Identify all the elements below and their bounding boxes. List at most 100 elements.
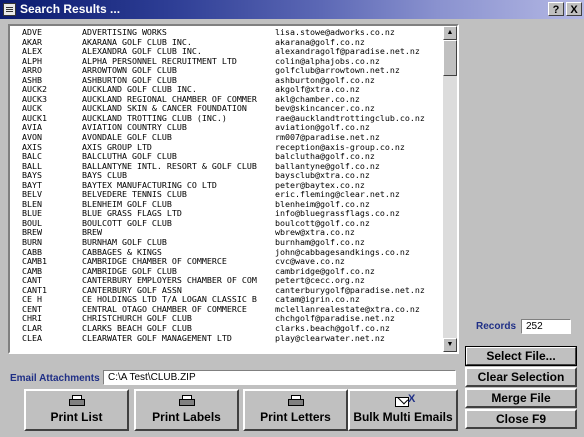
list-item-email: burnham@golf.co.nz <box>275 238 365 248</box>
email-attachments-field[interactable]: C:\A Test\CLUB.ZIP <box>103 370 456 385</box>
list-item[interactable]: BELV BELVEDERE TENNIS CLUB eric.fleming@cl… <box>10 190 442 200</box>
list-item-name: AXIS GROUP LTD <box>82 142 152 152</box>
list-item-email: balclutha@golf.co.nz <box>275 152 375 162</box>
list-item-code: CANT <box>22 276 42 286</box>
list-item-name: AUCKLAND REGIONAL CHAMBER OF COMMER <box>82 94 257 104</box>
list-item-code: BURN <box>22 238 42 248</box>
list-item[interactable]: AVIA AVIATION COUNTRY CLUB aviation@golf.c… <box>10 123 442 133</box>
list-item[interactable]: AUCK3 AUCKLAND REGIONAL CHAMBER OF COMMER… <box>10 95 442 105</box>
records-count-field[interactable]: 252 <box>521 319 571 334</box>
list-item-name: CAMBRIDGE GOLF CLUB <box>82 266 177 276</box>
printer-icon <box>286 395 306 408</box>
clear-selection-button[interactable]: Clear Selection <box>465 367 577 387</box>
list-item-name: CENTRAL OTAGO CHAMBER OF COMMERCE <box>82 304 247 314</box>
list-item-email: alexandragolf@paradise.net.nz <box>275 47 420 57</box>
list-item[interactable]: AUCK1 AUCKLAND TROTTING CLUB (INC.) rae@au… <box>10 114 442 124</box>
window-title: Search Results ... <box>20 2 121 16</box>
list-item[interactable]: ALPH ALPHA PERSONNEL RECRUITMENT LTD colin… <box>10 57 442 67</box>
list-item-email: petert@cecc.org.nz <box>275 276 365 286</box>
list-item[interactable]: BLUE BLUE GRASS FLAGS LTD info@bluegrassfl… <box>10 209 442 219</box>
list-item[interactable]: BALC BALCLUTHA GOLF CLUB balclutha@golf.co… <box>10 152 442 162</box>
results-list[interactable]: ADVE ADVERTISING WORKS lisa.stowe@adworks.… <box>8 24 459 354</box>
list-item-name: BALCLUTHA GOLF CLUB <box>82 152 177 162</box>
list-item-code: BLUE <box>22 209 42 219</box>
list-item-code: CAMB1 <box>22 257 47 267</box>
list-item-name: BAYS CLUB <box>82 171 127 181</box>
list-item[interactable]: AXIS AXIS GROUP LTD reception@axis-group.c… <box>10 143 442 153</box>
list-item[interactable]: ARRO ARROWTOWN GOLF CLUB golfclub@arrowtow… <box>10 66 442 76</box>
list-item-code: ARRO <box>22 66 42 76</box>
list-item-code: BOUL <box>22 218 42 228</box>
list-item-email: chchgolf@paradise.net.nz <box>275 314 395 324</box>
list-item[interactable]: ALEX ALEXANDRA GOLF CLUB INC. alexandragol… <box>10 47 442 57</box>
list-item[interactable]: CE H CE HOLDINGS LTD T/A LOGAN CLASSIC B c… <box>10 295 442 305</box>
list-item[interactable]: BREW BREW wbrew@xtra.co.nz <box>10 228 442 238</box>
list-item-name: BOULCOTT GOLF CLUB <box>82 218 172 228</box>
list-item[interactable]: AKAR AKARANA GOLF CLUB INC. akarana@golf.c… <box>10 38 442 48</box>
list-item-name: ALEXANDRA GOLF CLUB INC. <box>82 47 202 57</box>
list-item-email: rae@aucklandtrottingclub.co.nz <box>275 113 425 123</box>
list-item-email: peter@baytex.co.nz <box>275 180 365 190</box>
list-item[interactable]: BAYS BAYS CLUB baysclub@xtra.co.nz <box>10 171 442 181</box>
list-item-name: BREW <box>82 228 102 238</box>
list-item[interactable]: CLAR CLARKS BEACH GOLF CLUB clarks.beach@g… <box>10 324 442 334</box>
select-file-button[interactable]: Select File... <box>465 346 577 366</box>
list-item-name: CABBAGES & KINGS <box>82 247 162 257</box>
scroll-down-button[interactable]: ▼ <box>443 338 457 352</box>
print-labels-button[interactable]: Print Labels <box>134 389 239 431</box>
close-window-button[interactable]: X <box>566 2 582 16</box>
scroll-thumb[interactable] <box>443 40 457 76</box>
list-item-email: rm007@paradise.net.nz <box>275 133 380 143</box>
list-item-name: BALLANTYNE INTL. RESORT & GOLF CLUB <box>82 161 257 171</box>
list-item-name: AUCKLAND SKIN & CANCER FOUNDATION <box>82 104 247 114</box>
list-item[interactable]: CABB CABBAGES & KINGS john@cabbagesandking… <box>10 248 442 258</box>
list-item-name: ASHBURTON GOLF CLUB <box>82 75 177 85</box>
list-item-email: john@cabbagesandkings.co.nz <box>275 247 410 257</box>
list-item-email: blenheim@golf.co.nz <box>275 199 370 209</box>
list-item[interactable]: BLEN BLENHEIM GOLF CLUB blenheim@golf.co.n… <box>10 200 442 210</box>
list-item[interactable]: BALL BALLANTYNE INTL. RESORT & GOLF CLUB b… <box>10 162 442 172</box>
list-item[interactable]: CAMB1 CAMBRIDGE CHAMBER OF COMMERCE cvc@wa… <box>10 257 442 267</box>
list-item-code: BAYT <box>22 180 42 190</box>
list-item-code: CABB <box>22 247 42 257</box>
help-button[interactable]: ? <box>548 2 564 16</box>
merge-file-button[interactable]: Merge File <box>465 388 577 408</box>
results-rows: ADVE ADVERTISING WORKS lisa.stowe@adworks.… <box>10 28 442 343</box>
vertical-scrollbar[interactable]: ▲ ▼ <box>443 26 457 352</box>
list-item-code: BAYS <box>22 171 42 181</box>
list-item-email: akgolf@xtra.co.nz <box>275 85 360 95</box>
list-item-email: info@bluegrassflags.co.nz <box>275 209 400 219</box>
list-item[interactable]: AVON AVONDALE GOLF CLUB rm007@paradise.net… <box>10 133 442 143</box>
list-item[interactable]: BAYT BAYTEX MANUFACTURING CO LTD peter@bay… <box>10 181 442 191</box>
bulk-multi-emails-button[interactable]: X Bulk Multi Emails <box>348 389 458 431</box>
list-item[interactable]: CLEA CLEARWATER GOLF MANAGEMENT LTD play@c… <box>10 334 442 344</box>
list-item[interactable]: CENT CENTRAL OTAGO CHAMBER OF COMMERCE mcl… <box>10 305 442 315</box>
list-item-code: ALPH <box>22 56 42 66</box>
list-item-code: BREW <box>22 228 42 238</box>
scroll-up-button[interactable]: ▲ <box>443 26 457 40</box>
list-item[interactable]: CANT1 CANTERBURY GOLF ASSN canterburygolf@… <box>10 286 442 296</box>
close-button[interactable]: Close F9 <box>465 409 577 429</box>
window-list-icon[interactable] <box>3 3 16 16</box>
list-item-code: AVON <box>22 133 42 143</box>
list-item-name: CANTERBURY EMPLOYERS CHAMBER OF COM <box>82 276 257 286</box>
list-item-code: CANT1 <box>22 285 47 295</box>
list-item[interactable]: AUCK AUCKLAND SKIN & CANCER FOUNDATION bev… <box>10 104 442 114</box>
list-item[interactable]: ADVE ADVERTISING WORKS lisa.stowe@adworks.… <box>10 28 442 38</box>
list-item-code: CHRI <box>22 314 42 324</box>
list-item-email: boulcott@golf.co.nz <box>275 218 370 228</box>
list-item-email: golfclub@arrowtown.net.nz <box>275 66 400 76</box>
print-list-button[interactable]: Print List <box>24 389 129 431</box>
list-item[interactable]: AUCK2 AUCKLAND GOLF CLUB INC. akgolf@xtra.… <box>10 85 442 95</box>
list-item-code: AUCK2 <box>22 85 47 95</box>
list-item[interactable]: BOUL BOULCOTT GOLF CLUB boulcott@golf.co.n… <box>10 219 442 229</box>
list-item[interactable]: CANT CANTERBURY EMPLOYERS CHAMBER OF COM p… <box>10 276 442 286</box>
list-item-name: CLEARWATER GOLF MANAGEMENT LTD <box>82 333 232 343</box>
print-letters-button[interactable]: Print Letters <box>243 389 348 431</box>
list-item-name: ARROWTOWN GOLF CLUB <box>82 66 177 76</box>
list-item-name: CHRISTCHURCH GOLF CLUB <box>82 314 192 324</box>
list-item[interactable]: CHRI CHRISTCHURCH GOLF CLUB chchgolf@parad… <box>10 314 442 324</box>
list-item[interactable]: ASHB ASHBURTON GOLF CLUB ashburton@golf.co… <box>10 76 442 86</box>
list-item[interactable]: BURN BURNHAM GOLF CLUB burnham@golf.co.nz <box>10 238 442 248</box>
list-item[interactable]: CAMB CAMBRIDGE GOLF CLUB cambridge@golf.co… <box>10 267 442 277</box>
